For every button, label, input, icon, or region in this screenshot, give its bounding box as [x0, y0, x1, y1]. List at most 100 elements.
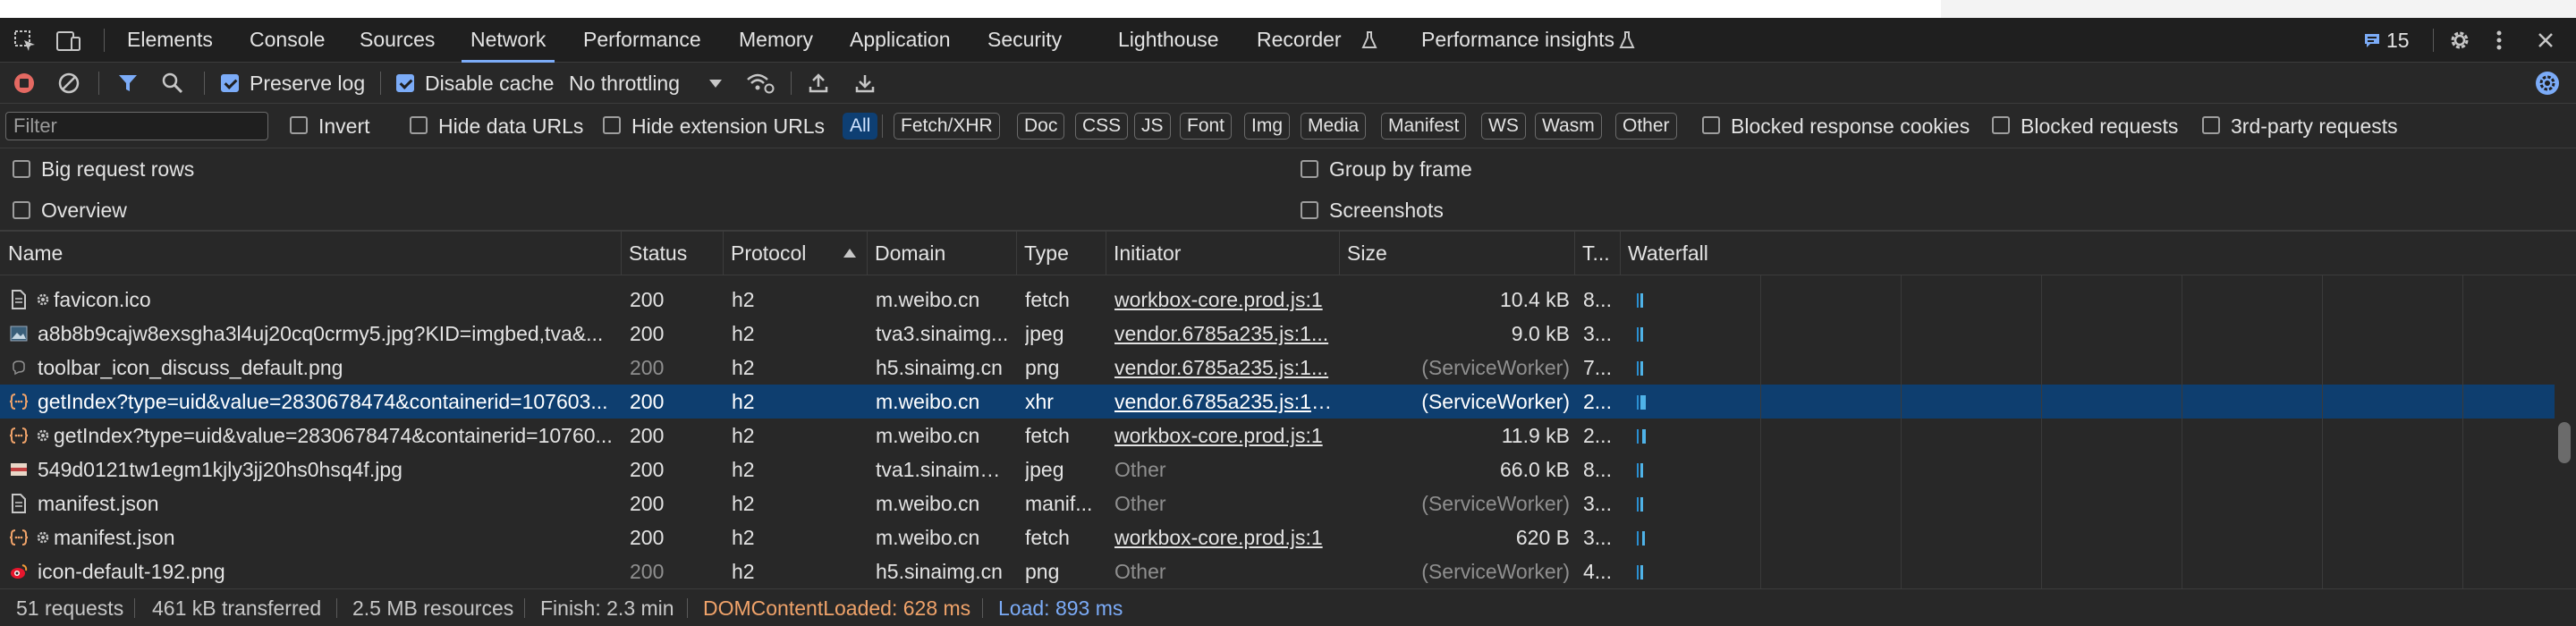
column-header-domain[interactable]: Domain [867, 232, 945, 276]
filter-chip-manifest[interactable]: Manifest [1381, 113, 1467, 140]
import-har-icon[interactable] [807, 71, 830, 96]
column-header-status[interactable]: Status [621, 232, 687, 276]
big-request-rows-label[interactable]: Big request rows [41, 156, 194, 182]
table-row[interactable]: 549d0121tw1egm1kjly3jj20hs0hsq4f.jpg 200 h… [0, 453, 2555, 486]
big-request-rows-checkbox[interactable] [13, 160, 30, 178]
tab-performance[interactable]: Performance [583, 18, 701, 63]
invert-label[interactable]: Invert [318, 114, 370, 139]
hide-extension-urls-checkbox[interactable] [603, 116, 621, 134]
waterfall-bar[interactable] [1640, 463, 1643, 478]
blocked-response-cookies-label[interactable]: Blocked response cookies [1731, 114, 1970, 139]
filter-chip-css[interactable]: CSS [1075, 113, 1129, 140]
issues-count[interactable]: 15 [2386, 28, 2410, 53]
filter-chip-font[interactable]: Font [1180, 113, 1233, 140]
table-row[interactable]: toolbar_icon_discuss_default.png 200 h2 h5.… [0, 351, 2555, 385]
table-row-partial[interactable] [0, 275, 2555, 283]
column-header-size[interactable]: Size [1339, 232, 1387, 276]
tab-console[interactable]: Console [250, 18, 325, 63]
waterfall-bar[interactable] [1640, 327, 1643, 342]
waterfall-bar[interactable] [1640, 497, 1643, 512]
clear-icon[interactable] [57, 72, 80, 95]
table-row[interactable]: getIndex?type=uid&value=2830678474&conta… [0, 419, 2555, 453]
column-header-waterfall[interactable]: Waterfall [1620, 232, 1708, 276]
close-devtools-icon[interactable] [2535, 30, 2556, 51]
tab-security[interactable]: Security [987, 18, 1062, 63]
table-row[interactable]: getIndex?type=uid&value=2830678474&conta… [0, 385, 2555, 419]
settings-gear-icon[interactable] [2447, 28, 2472, 53]
tab-elements[interactable]: Elements [127, 18, 213, 63]
table-row[interactable]: manifest.json 200 h2 m.weibo.cn fetch workbox… [0, 520, 2555, 554]
column-header-name[interactable]: Name [0, 232, 63, 276]
tab-memory[interactable]: Memory [739, 18, 813, 63]
issues-icon[interactable] [2363, 30, 2381, 50]
preserve-log-label[interactable]: Preserve log [250, 71, 365, 96]
filter-chip-js[interactable]: JS [1134, 113, 1171, 140]
overview-label[interactable]: Overview [41, 198, 127, 223]
request-initiator[interactable]: vendor.6785a235.js:1... [1114, 351, 1333, 385]
blocked-requests-checkbox[interactable] [1992, 116, 2010, 134]
column-header-type[interactable]: Type [1016, 232, 1069, 276]
tab-network[interactable]: Network [462, 18, 555, 63]
screenshots-checkbox[interactable] [1301, 201, 1318, 219]
tab-application[interactable]: Application [850, 18, 951, 63]
export-har-icon[interactable] [853, 71, 877, 96]
column-header-protocol[interactable]: Protocol [723, 232, 806, 276]
request-initiator[interactable]: workbox-core.prod.js:1 [1114, 419, 1333, 453]
throttling-dropdown-icon[interactable] [707, 73, 724, 93]
group-by-frame-label[interactable]: Group by frame [1329, 156, 1472, 182]
search-icon[interactable] [161, 72, 184, 95]
throttling-select[interactable]: No throttling [569, 71, 680, 96]
waterfall-bar[interactable] [1642, 531, 1645, 546]
hide-data-urls-label[interactable]: Hide data URLs [438, 114, 583, 139]
request-initiator[interactable]: vendor.6785a235.js:151 [1114, 385, 1333, 419]
hide-extension-urls-label[interactable]: Hide extension URLs [631, 114, 825, 139]
filter-chip-fetch-xhr[interactable]: Fetch/XHR [894, 113, 1000, 140]
blocked-response-cookies-checkbox[interactable] [1702, 116, 1720, 134]
screenshots-label[interactable]: Screenshots [1329, 198, 1444, 223]
third-party-requests-checkbox[interactable] [2202, 116, 2220, 134]
disable-cache-label[interactable]: Disable cache [425, 71, 554, 96]
request-initiator[interactable]: workbox-core.prod.js:1 [1114, 283, 1333, 317]
column-header-time[interactable]: T... [1574, 232, 1610, 276]
filter-chip-all[interactable]: All [843, 113, 878, 140]
hide-data-urls-checkbox[interactable] [410, 116, 428, 134]
preserve-log-checkbox[interactable] [221, 74, 239, 92]
tab-performance-insights[interactable]: Performance insights [1421, 18, 1614, 63]
waterfall-bar[interactable] [1640, 361, 1643, 376]
table-row[interactable]: manifest.json 200 h2 m.weibo.cn manif... Othe… [0, 486, 2555, 520]
tab-lighthouse[interactable]: Lighthouse [1118, 18, 1219, 63]
third-party-requests-label[interactable]: 3rd-party requests [2231, 114, 2398, 139]
waterfall-bar[interactable] [1640, 395, 1646, 410]
filter-chip-wasm[interactable]: Wasm [1535, 113, 1602, 140]
blocked-requests-label[interactable]: Blocked requests [2021, 114, 2178, 139]
requests-scrollbar[interactable] [2558, 422, 2571, 463]
filter-chip-doc[interactable]: Doc [1017, 113, 1065, 140]
network-settings-gear-icon[interactable] [2535, 71, 2560, 96]
network-conditions-icon[interactable] [746, 71, 775, 96]
inspect-element-icon[interactable] [13, 29, 38, 54]
invert-checkbox[interactable] [290, 116, 308, 134]
request-initiator[interactable]: workbox-core.prod.js:1 [1114, 520, 1333, 554]
column-header-initiator[interactable]: Initiator [1106, 232, 1181, 276]
more-options-icon[interactable] [2492, 28, 2506, 53]
request-initiator[interactable]: vendor.6785a235.js:1... [1114, 317, 1333, 351]
filter-input[interactable] [5, 112, 268, 140]
filter-chip-img[interactable]: Img [1244, 113, 1291, 140]
overview-checkbox[interactable] [13, 201, 30, 219]
waterfall-bar[interactable] [1640, 565, 1643, 579]
group-by-frame-checkbox[interactable] [1301, 160, 1318, 178]
table-row[interactable]: icon-default-192.png 200 h2 h5.sinaimg.cn pn… [0, 554, 2555, 588]
waterfall-bar[interactable] [1640, 293, 1643, 308]
table-row[interactable]: favicon.ico 200 h2 m.weibo.cn fetch workbox-c… [0, 283, 2555, 317]
filter-chip-ws[interactable]: WS [1481, 113, 1526, 140]
tab-recorder[interactable]: Recorder [1257, 18, 1342, 63]
table-row[interactable]: a8b8b9cajw8exsgha3l4uj20cq0crmy5.jpg?KID… [0, 317, 2555, 351]
tab-sources[interactable]: Sources [360, 18, 435, 63]
filter-chip-other[interactable]: Other [1615, 113, 1677, 140]
record-stop-icon[interactable] [13, 72, 36, 95]
disable-cache-checkbox[interactable] [396, 74, 414, 92]
filter-chip-media[interactable]: Media [1301, 113, 1367, 140]
waterfall-bar[interactable] [1642, 429, 1646, 444]
filter-icon[interactable] [116, 72, 140, 95]
device-toolbar-icon[interactable] [55, 29, 82, 54]
